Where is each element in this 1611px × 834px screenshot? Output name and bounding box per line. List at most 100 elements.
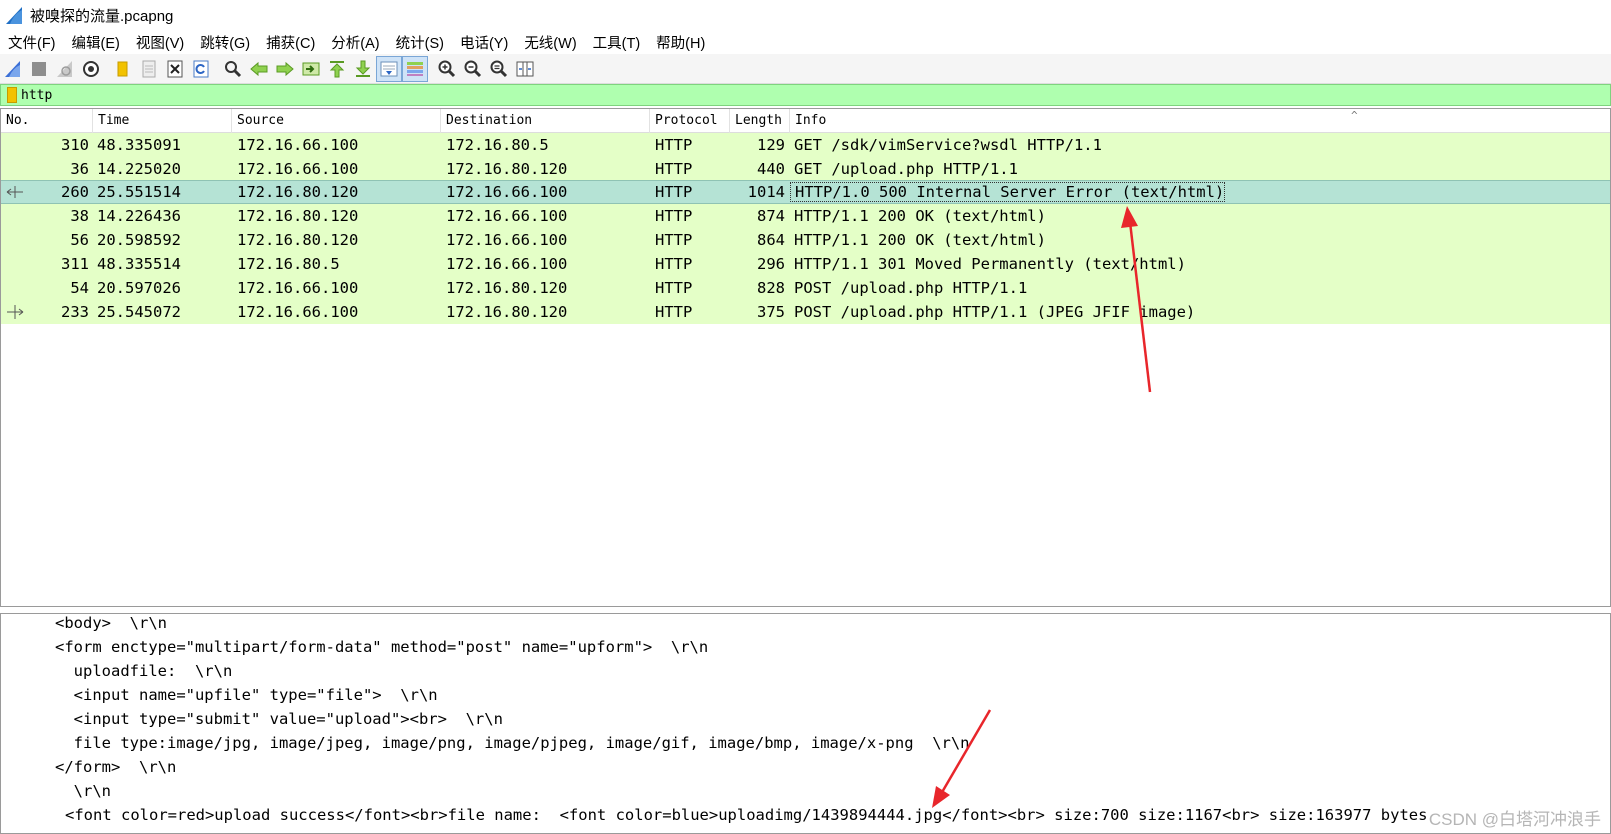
- zoom-normal-button[interactable]: [486, 56, 512, 82]
- column-header-destination[interactable]: Destination: [441, 109, 650, 133]
- cell-destination: 172.16.80.120: [446, 278, 568, 297]
- packet-detail-pane: <body> \r\n <form enctype="multipart/for…: [0, 613, 1611, 834]
- menu-view[interactable]: 视图(V): [128, 32, 192, 53]
- packet-row[interactable]: 54 20.597026 172.16.66.100 172.16.80.120…: [1, 276, 1610, 300]
- column-header-time[interactable]: Time: [93, 109, 232, 133]
- column-header-no[interactable]: No.: [1, 109, 93, 133]
- go-back-button[interactable]: [246, 56, 272, 82]
- cell-no: 36: [70, 159, 89, 178]
- menu-wireless[interactable]: 无线(W): [516, 32, 584, 53]
- go-forward-button[interactable]: [272, 56, 298, 82]
- cell-time: 25.545072: [97, 302, 181, 321]
- open-file-button[interactable]: [110, 56, 136, 82]
- zoom-in-button[interactable]: [434, 56, 460, 82]
- menu-help[interactable]: 帮助(H): [648, 32, 713, 53]
- menu-edit[interactable]: 编辑(E): [64, 32, 128, 53]
- restart-capture-button[interactable]: [52, 56, 78, 82]
- csdn-watermark: CSDN @白塔河冲浪手: [1428, 810, 1601, 829]
- column-header-info[interactable]: Info: [790, 109, 1610, 133]
- find-packet-button[interactable]: [220, 56, 246, 82]
- cell-length: 296: [757, 254, 785, 273]
- cell-info: GET /sdk/vimService?wsdl HTTP/1.1: [794, 135, 1102, 154]
- close-file-button[interactable]: [162, 56, 188, 82]
- cell-no: 310: [61, 135, 89, 154]
- save-file-button[interactable]: [136, 56, 162, 82]
- cell-destination: 172.16.80.120: [446, 159, 568, 178]
- detail-line: <form enctype="multipart/form-data" meth…: [55, 638, 709, 656]
- display-filter-input[interactable]: [21, 87, 1610, 103]
- cell-protocol: HTTP: [655, 302, 693, 321]
- cell-source: 172.16.66.100: [237, 278, 359, 297]
- go-to-packet-button[interactable]: [298, 56, 324, 82]
- document-icon: [142, 60, 156, 77]
- cell-destination: 172.16.66.100: [446, 254, 568, 273]
- menu-statistics[interactable]: 统计(S): [388, 32, 452, 53]
- gear-icon: [83, 60, 99, 77]
- zoom-normal-icon: [490, 60, 508, 77]
- menu-analyze[interactable]: 分析(A): [323, 32, 387, 53]
- detail-line: file type:image/jpg, image/jpeg, image/p…: [55, 734, 970, 752]
- cell-info: HTTP/1.1 301 Moved Permanently (text/htm…: [794, 254, 1186, 273]
- detail-line: </form> \r\n: [55, 758, 177, 776]
- zoom-in-icon: [438, 60, 456, 77]
- colorize-lines-icon: [407, 61, 423, 76]
- colorize-button[interactable]: [402, 55, 428, 82]
- cell-no: 54: [70, 278, 89, 297]
- cell-protocol: HTTP: [655, 278, 693, 297]
- cell-time: 14.226436: [97, 206, 181, 225]
- zoom-out-icon: [464, 60, 482, 77]
- cell-length: 828: [757, 278, 785, 297]
- main-toolbar: [0, 54, 1611, 84]
- cell-no: 56: [70, 230, 89, 249]
- cell-destination: 172.16.66.100: [446, 182, 568, 201]
- menu-file[interactable]: 文件(F): [0, 32, 64, 53]
- cell-protocol: HTTP: [655, 135, 693, 154]
- packet-row[interactable]: 56 20.598592 172.16.80.120 172.16.66.100…: [1, 228, 1610, 252]
- menu-tools[interactable]: 工具(T): [585, 32, 649, 53]
- menu-telephony[interactable]: 电话(Y): [452, 32, 516, 53]
- cell-time: 25.551514: [97, 182, 181, 201]
- packet-row[interactable]: 38 14.226436 172.16.80.120 172.16.66.100…: [1, 204, 1610, 228]
- title-bar: 被嗅探的流量.pcapng: [0, 0, 1611, 30]
- packet-row[interactable]: 310 48.335091 172.16.66.100 172.16.80.5 …: [1, 133, 1610, 157]
- shark-fin-icon: [5, 60, 20, 77]
- first-packet-button[interactable]: [324, 56, 350, 82]
- bookmark-icon[interactable]: [7, 87, 17, 103]
- zoom-out-button[interactable]: [460, 56, 486, 82]
- packet-row[interactable]: 36 14.225020 172.16.66.100 172.16.80.120…: [1, 157, 1610, 181]
- column-header-protocol[interactable]: Protocol: [650, 109, 730, 133]
- packet-row[interactable]: 233 25.545072 172.16.66.100 172.16.80.12…: [1, 300, 1610, 324]
- last-packet-button[interactable]: [350, 56, 376, 82]
- reload-file-button[interactable]: [188, 56, 214, 82]
- start-capture-button[interactable]: [0, 56, 26, 82]
- display-filter-bar: [0, 84, 1611, 106]
- menu-capture[interactable]: 捕获(C): [258, 32, 323, 53]
- resize-columns-button[interactable]: [512, 56, 538, 82]
- resize-columns-icon: [516, 61, 534, 76]
- column-header-length[interactable]: Length: [730, 109, 790, 133]
- cell-destination: 172.16.66.100: [446, 230, 568, 249]
- sort-caret-icon: ^: [1351, 109, 1358, 122]
- cell-no: 311: [61, 254, 89, 273]
- stop-capture-button[interactable]: [26, 56, 52, 82]
- search-icon: [225, 60, 242, 77]
- detail-line: \r\n: [55, 782, 111, 800]
- cell-source: 172.16.66.100: [237, 302, 359, 321]
- cell-time: 48.335514: [97, 254, 181, 273]
- packet-row-selected[interactable]: 260 25.551514 172.16.80.120 172.16.66.10…: [1, 180, 1610, 204]
- cell-source: 172.16.80.120: [237, 230, 359, 249]
- menu-go[interactable]: 跳转(G): [192, 32, 258, 53]
- cell-time: 20.598592: [97, 230, 181, 249]
- detail-line: <body> \r\n: [55, 614, 167, 632]
- arrow-right-icon: [276, 61, 294, 76]
- packet-row[interactable]: 311 48.335514 172.16.80.5 172.16.66.100 …: [1, 252, 1610, 276]
- cell-length: 375: [757, 302, 785, 321]
- capture-options-button[interactable]: [78, 56, 104, 82]
- column-header-source[interactable]: Source: [232, 109, 441, 133]
- cell-time: 20.597026: [97, 278, 181, 297]
- cell-source: 172.16.80.120: [237, 182, 359, 201]
- detail-line: <input name="upfile" type="file"> \r\n: [55, 686, 438, 704]
- detail-line: uploadfile: \r\n: [55, 662, 233, 680]
- cell-protocol: HTTP: [655, 206, 693, 225]
- autoscroll-button[interactable]: [376, 55, 402, 82]
